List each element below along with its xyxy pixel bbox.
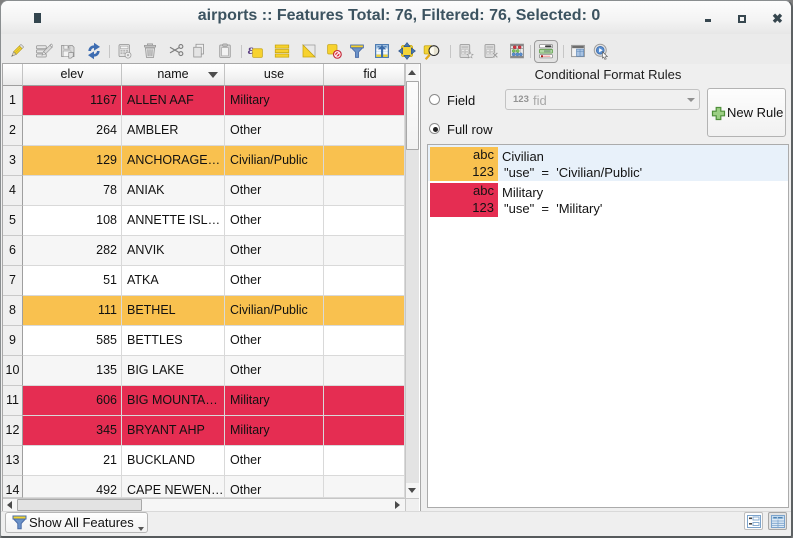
svg-text:ε: ε	[248, 42, 254, 57]
